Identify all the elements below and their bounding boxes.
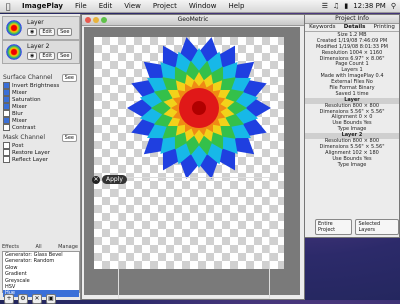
apply-button[interactable]: Apply	[102, 175, 127, 184]
selection-rectangle[interactable]	[118, 177, 270, 299]
apple-menu-icon[interactable]: 	[0, 2, 16, 11]
checkbox[interactable]	[3, 89, 10, 96]
checkbox[interactable]	[3, 156, 10, 163]
menu-project[interactable]: Project	[147, 2, 183, 10]
checkbox[interactable]	[3, 142, 10, 149]
mask-option[interactable]: Post	[3, 142, 78, 149]
checkbox[interactable]	[3, 103, 10, 110]
surface-option[interactable]: Mixer	[3, 89, 78, 96]
selected-layers-button[interactable]: Selected Layers	[355, 219, 399, 235]
menu-window[interactable]: Window	[183, 2, 223, 10]
menubar-clock[interactable]: 12:38 PM	[353, 2, 386, 10]
surface-channel-see-button[interactable]: See	[61, 74, 77, 82]
option-label: Mixer	[12, 103, 28, 110]
menu-app-name[interactable]: ImagePlay	[16, 2, 69, 10]
surface-option[interactable]: Mixer	[3, 117, 78, 124]
effects-list[interactable]: Generator: Glass Bevel Generator: Random…	[2, 251, 80, 297]
layer-visibility-toggle[interactable]: ◉	[27, 52, 38, 60]
duplicate-layer-icon[interactable]: ▣	[46, 294, 56, 304]
info-details-list: Size 1.2 MB Created 1/19/08 7:46:09 PM M…	[305, 32, 399, 168]
checkbox[interactable]	[3, 110, 10, 117]
tab-keywords[interactable]: Keywords	[309, 24, 335, 31]
apply-control: ✕ Apply	[92, 175, 127, 184]
layer-thumbnail	[5, 19, 23, 37]
surface-channel-title: Surface Channel	[3, 74, 53, 81]
option-label: Contrast	[12, 124, 36, 131]
checkbox[interactable]	[3, 124, 10, 131]
mask-option[interactable]: Reflect Layer	[3, 156, 78, 163]
spotlight-search-icon[interactable]: ⚲	[391, 2, 396, 10]
canvas-area[interactable]: ✕ Apply	[84, 27, 300, 299]
layer-visibility-toggle[interactable]: ◉	[27, 28, 38, 36]
document-titlebar[interactable]: GeoMetric	[82, 15, 304, 26]
geometric-flower-image[interactable]	[124, 33, 274, 183]
layer-see-button[interactable]: See	[57, 52, 73, 60]
wifi-icon[interactable]: ☰	[322, 2, 328, 10]
effects-filter-dropdown[interactable]: All	[35, 244, 41, 250]
volume-icon[interactable]: ♫	[333, 2, 339, 10]
surface-option[interactable]: Saturation	[3, 96, 78, 103]
menubar-status-area: ☰ ♫ ▮ 12:38 PM ⚲	[322, 2, 400, 10]
close-window-icon[interactable]	[85, 17, 91, 23]
menu-file[interactable]: File	[69, 2, 93, 10]
document-title: GeoMetric	[177, 16, 209, 23]
zoom-window-icon[interactable]	[101, 17, 107, 23]
project-info-panel: Project Info Keywords Details Printing S…	[304, 14, 400, 238]
mask-channel-see-button[interactable]: See	[61, 134, 77, 142]
layer-edit-button[interactable]: Edit	[39, 28, 56, 36]
document-window: GeoMetric ✕ Apply	[81, 14, 305, 300]
effects-header: Effects All Manage	[2, 244, 78, 250]
mask-channel-list: Post Restore Layer Reflect Layer	[3, 142, 78, 163]
settings-icon[interactable]: ⚙	[18, 294, 28, 304]
menu-bar:  ImagePlay File Edit View Project Windo…	[0, 0, 400, 13]
tab-printing[interactable]: Printing	[374, 24, 395, 31]
effects-title[interactable]: Effects	[2, 244, 19, 250]
layer-see-button[interactable]: See	[57, 28, 73, 36]
info-panel-title: Project Info	[305, 15, 399, 24]
option-label: Mixer	[12, 89, 28, 96]
info-line: Type Image	[337, 161, 367, 168]
mask-channel-title: Mask Channel	[3, 134, 45, 141]
minimize-window-icon[interactable]	[93, 17, 99, 23]
surface-option[interactable]: Blur	[3, 110, 78, 117]
checkbox[interactable]	[3, 96, 10, 103]
mask-option[interactable]: Restore Layer	[3, 149, 78, 156]
menu-view[interactable]: View	[118, 2, 147, 10]
layer-thumbnail	[5, 43, 23, 61]
tab-details[interactable]: Details	[344, 24, 366, 31]
layer-row-2[interactable]: Layer 2 ◉ Edit See	[2, 40, 80, 64]
option-label: Mixer	[12, 117, 28, 124]
surface-option[interactable]: Invert Brightness	[3, 82, 78, 89]
option-label: Restore Layer	[12, 149, 50, 156]
delete-layer-icon[interactable]: ✕	[32, 294, 42, 304]
surface-option[interactable]: Mixer	[3, 103, 78, 110]
menu-edit[interactable]: Edit	[93, 2, 119, 10]
option-label: Reflect Layer	[12, 156, 49, 163]
option-label: Invert Brightness	[12, 82, 60, 89]
layer-name[interactable]: Layer 2	[27, 43, 49, 50]
checkbox[interactable]	[3, 82, 10, 89]
option-label: Blur	[12, 110, 24, 117]
checkbox[interactable]	[3, 117, 10, 124]
info-scope-buttons: Entire Project Selected Layers	[315, 219, 399, 235]
window-controls	[85, 17, 107, 23]
battery-icon[interactable]: ▮	[344, 2, 348, 10]
menu-help[interactable]: Help	[222, 2, 250, 10]
layer-name[interactable]: Layer	[27, 19, 44, 26]
layer-edit-button[interactable]: Edit	[39, 52, 56, 60]
layer-actions-toolbar: + ⚙ ✕ ▣	[4, 294, 56, 304]
layers-panel: Layer ◉ Edit See Layer 2 ◉ Edit See Surf…	[0, 14, 81, 304]
info-tabs: Keywords Details Printing	[305, 24, 399, 32]
surface-option[interactable]: Contrast	[3, 124, 78, 131]
surface-channel-list: Invert Brightness Mixer Saturation Mixer…	[3, 82, 78, 131]
checkbox[interactable]	[3, 149, 10, 156]
option-label: Post	[12, 142, 24, 149]
option-label: Saturation	[12, 96, 41, 103]
layer-row-1[interactable]: Layer ◉ Edit See	[2, 16, 80, 40]
effects-manage-button[interactable]: Manage	[58, 244, 78, 250]
entire-project-button[interactable]: Entire Project	[315, 219, 353, 235]
cancel-icon[interactable]: ✕	[92, 175, 100, 184]
add-layer-icon[interactable]: +	[4, 294, 14, 304]
